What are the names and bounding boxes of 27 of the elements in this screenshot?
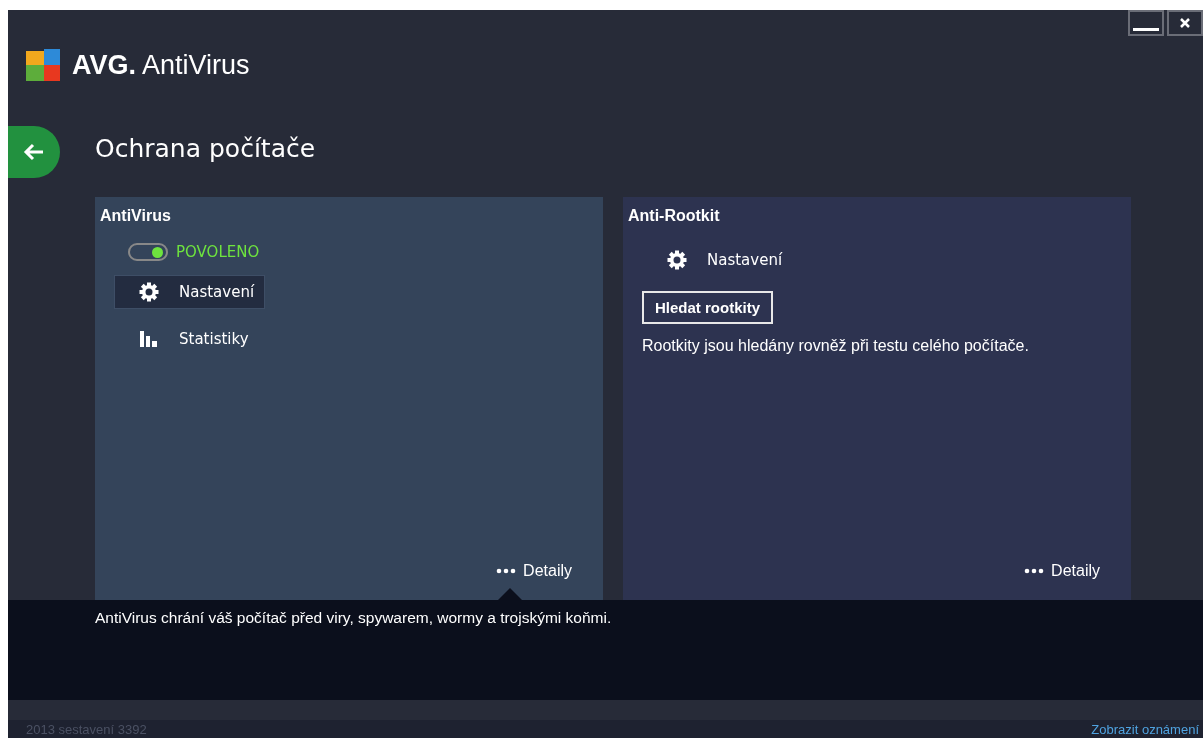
dots-icon bbox=[496, 568, 517, 574]
notifications-link[interactable]: Zobrazit oznámení bbox=[1091, 721, 1199, 737]
module-card[interactable]: Anti-Rootkit Nastavení Hledat rootkity Rootkity jsou hledány rovněž při testu celého počítače. Detaily bbox=[623, 197, 1131, 600]
gear-icon bbox=[139, 282, 159, 302]
settings-link[interactable]: Nastavení bbox=[642, 243, 794, 277]
settings-link[interactable]: Nastavení bbox=[114, 275, 266, 309]
close-button[interactable] bbox=[1167, 10, 1203, 36]
scan-rootkits-button[interactable]: Hledat rootkity bbox=[642, 291, 773, 324]
module-card[interactable]: AntiVirus POVOLENO Nastavení Statistiky Detaily bbox=[95, 197, 603, 600]
arrow-left-icon bbox=[23, 143, 45, 161]
minimize-button[interactable] bbox=[1128, 10, 1164, 36]
page-title: Ochrana počítače bbox=[95, 134, 316, 163]
close-icon bbox=[1180, 18, 1190, 28]
app-title: AVG. AntiVirus bbox=[72, 49, 250, 81]
back-button[interactable] bbox=[8, 126, 60, 178]
gear-icon bbox=[667, 250, 687, 270]
dots-icon bbox=[1024, 568, 1045, 574]
details-link[interactable]: Detaily bbox=[496, 562, 572, 580]
description-text: AntiVirus chrání váš počítač před viry, spywarem, wormy a trojskými koňmi. bbox=[95, 609, 612, 626]
details-link[interactable]: Detaily bbox=[1024, 562, 1100, 580]
toggle-switch[interactable] bbox=[128, 243, 168, 261]
status-label: POVOLENO bbox=[176, 243, 260, 261]
statistics-link[interactable]: Statistiky bbox=[114, 323, 260, 355]
card-title: AntiVirus bbox=[100, 207, 172, 225]
card-title: Anti-Rootkit bbox=[628, 207, 721, 225]
bar-chart-icon bbox=[139, 330, 159, 348]
card-description: Rootkity jsou hledány rovněž při testu celého počítače. bbox=[642, 336, 1030, 356]
